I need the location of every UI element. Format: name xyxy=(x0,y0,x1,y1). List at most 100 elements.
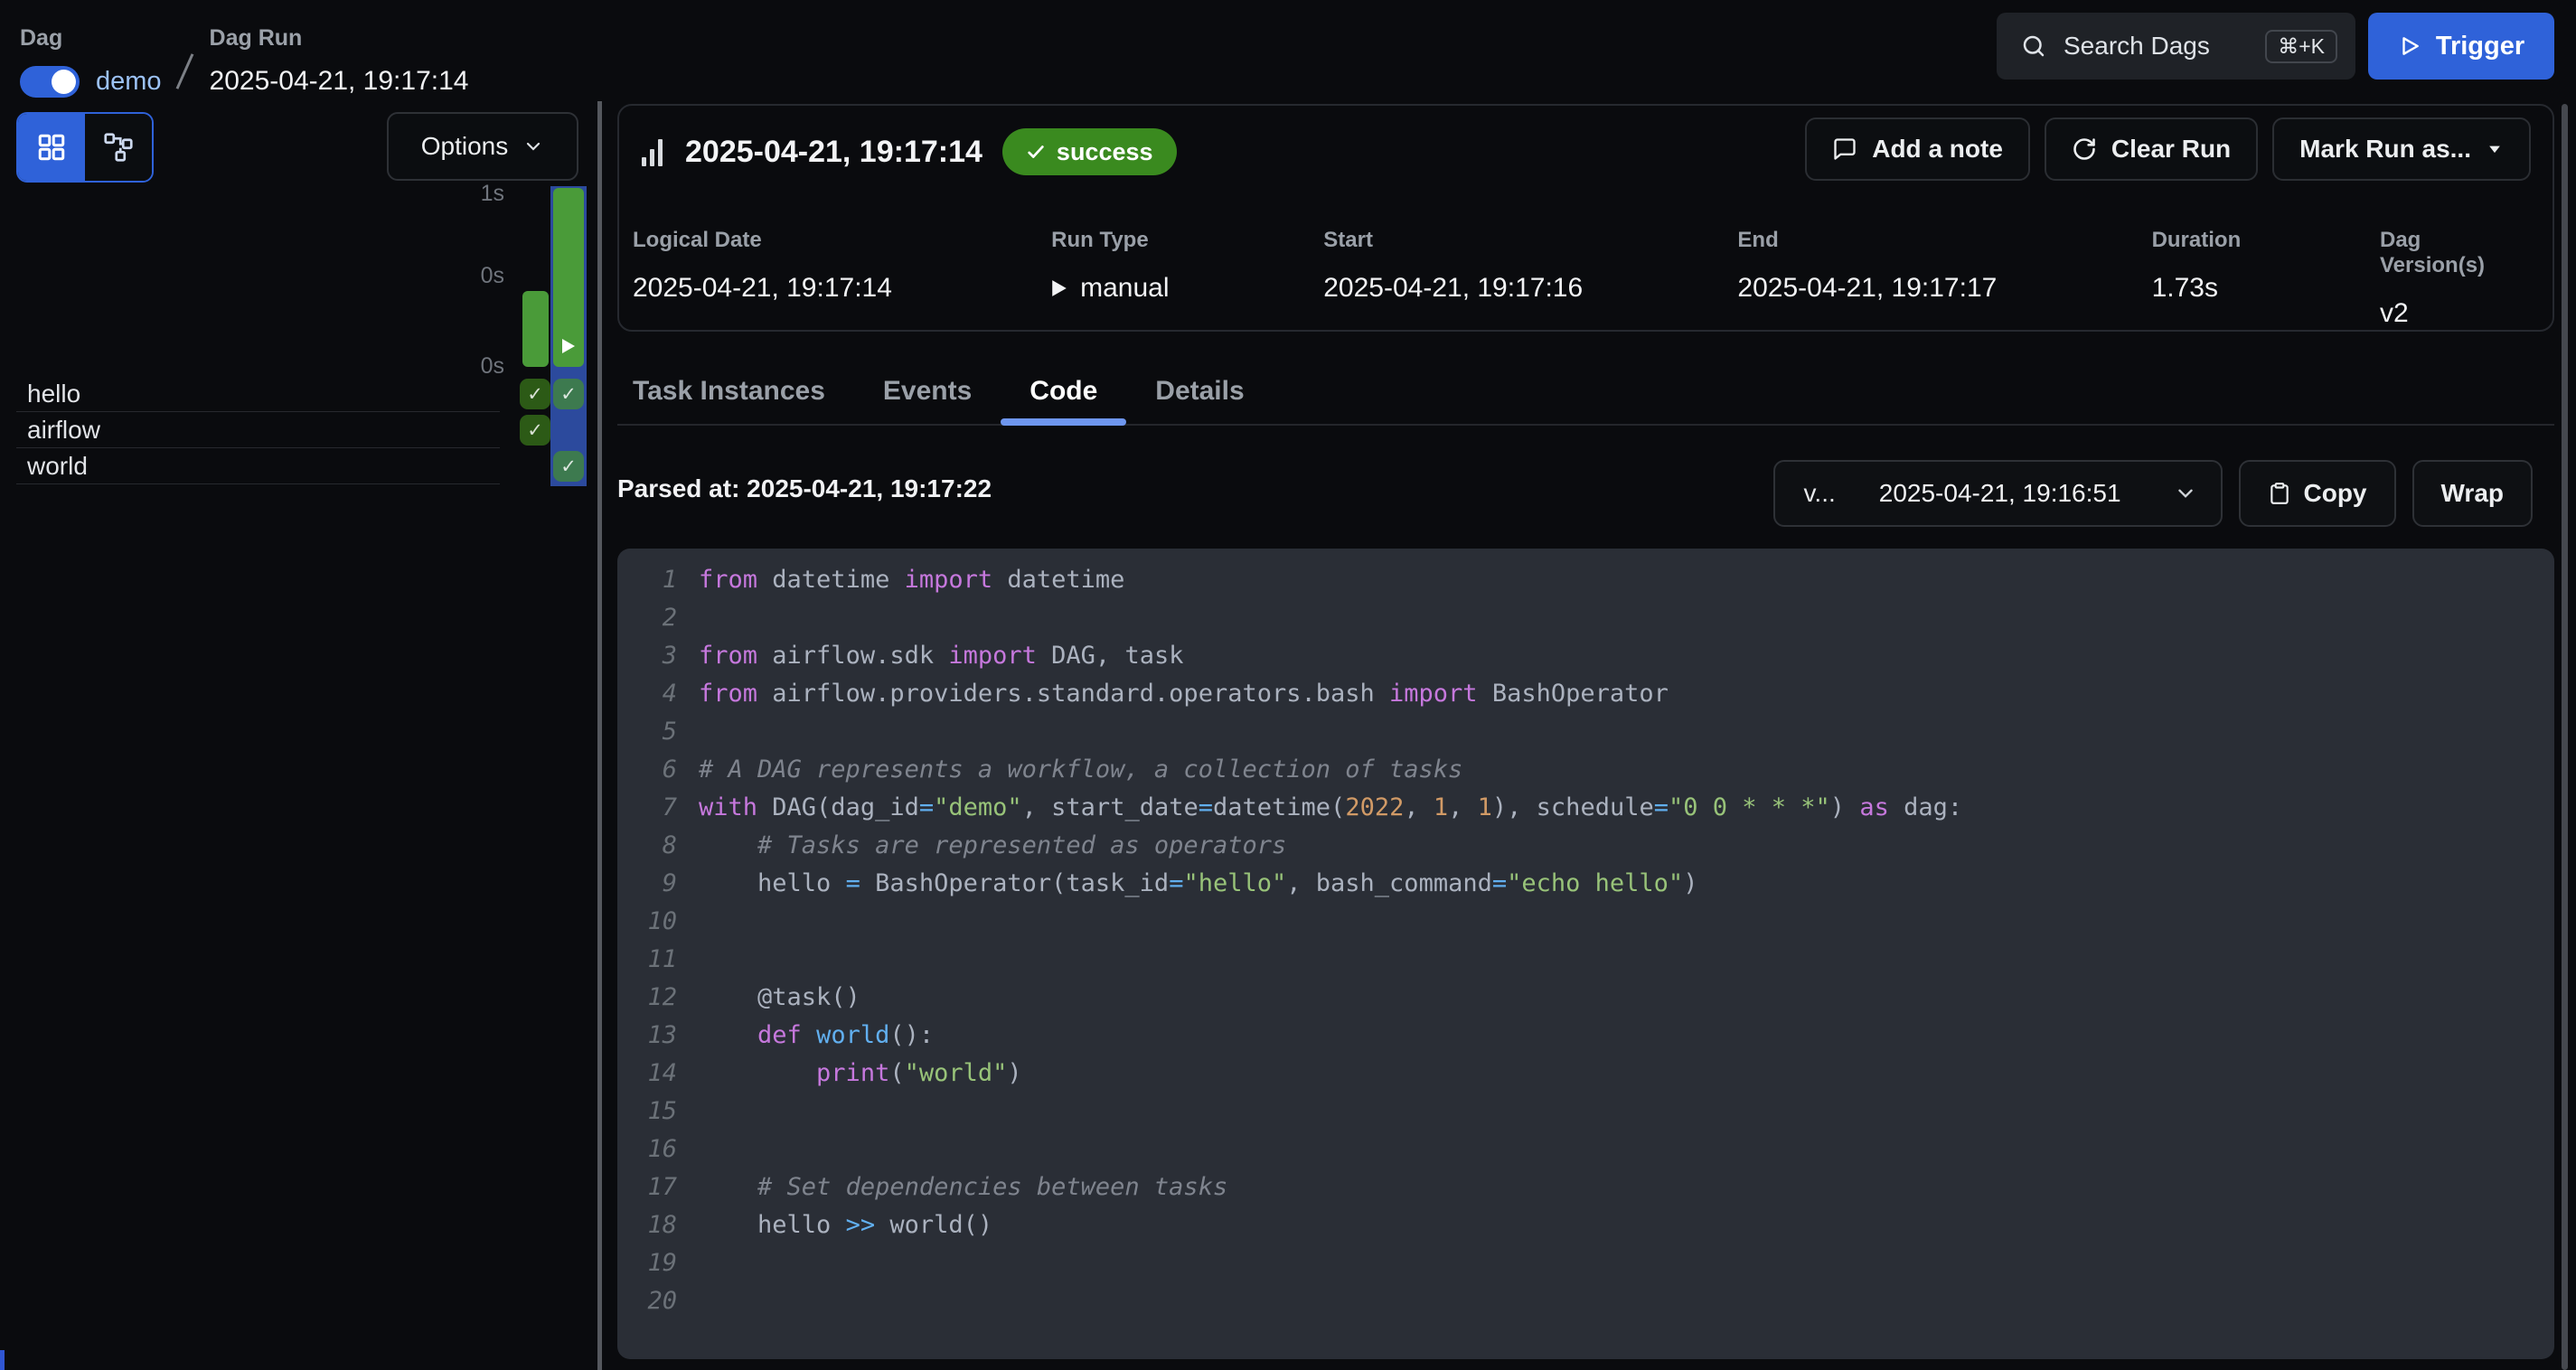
toggle-knob xyxy=(52,70,76,94)
task-row[interactable]: airflow xyxy=(16,412,500,448)
grid-icon xyxy=(35,131,68,164)
chevron-down-icon xyxy=(522,136,544,157)
tab-code[interactable]: Code xyxy=(1001,359,1126,424)
code-line: 18 hello >> world() xyxy=(617,1206,2554,1244)
copy-code-button[interactable]: Copy xyxy=(2239,460,2396,527)
task-name: world xyxy=(27,452,88,480)
tab-events[interactable]: Events xyxy=(854,359,1001,424)
field-run-type: Run Type manual xyxy=(1051,228,1323,329)
code-line: 7with DAG(dag_id="demo", start_date=date… xyxy=(617,789,2554,827)
task-instance-success[interactable]: ✓ xyxy=(553,379,584,409)
mark-run-as-dropdown[interactable]: Mark Run as... xyxy=(2272,117,2531,181)
task-row[interactable]: hello xyxy=(16,376,500,412)
code-line: 12 @task() xyxy=(617,979,2554,1017)
tab-task-instances[interactable]: Task Instances xyxy=(604,359,854,424)
line-number: 19 xyxy=(617,1244,677,1282)
task-row[interactable]: world xyxy=(16,448,500,484)
line-number: 16 xyxy=(617,1131,677,1168)
code-line: 2 xyxy=(617,599,2554,637)
view-switcher xyxy=(16,112,154,183)
code-toolbar: Parsed at: 2025-04-21, 19:17:22 v... 202… xyxy=(617,456,2554,529)
line-number: 7 xyxy=(617,789,677,827)
field-duration: Duration 1.73s xyxy=(2152,228,2380,329)
caret-down-icon xyxy=(2486,140,2504,158)
line-number: 11 xyxy=(617,941,677,979)
line-number: 4 xyxy=(617,675,677,713)
panel-resize-divider[interactable] xyxy=(597,101,602,1370)
field-logical-date: Logical Date 2025-04-21, 19:17:14 xyxy=(633,228,1051,329)
clipboard-icon xyxy=(2268,481,2291,506)
breadcrumb-separator xyxy=(175,53,193,89)
play-icon xyxy=(553,338,584,354)
code-line: 15 xyxy=(617,1093,2554,1131)
run-title: 2025-04-21, 19:17:14 xyxy=(685,135,982,170)
options-label: Options xyxy=(421,132,509,161)
add-note-button[interactable]: Add a note xyxy=(1805,117,2030,181)
dag-pause-toggle[interactable] xyxy=(20,66,80,98)
dagrun-breadcrumb-value: 2025-04-21, 19:17:14 xyxy=(210,66,469,97)
manual-run-play-icon xyxy=(1051,279,1067,297)
field-dag-versions: Dag Version(s) v2 xyxy=(2380,228,2531,329)
code-line: 6# A DAG represents a workflow, a collec… xyxy=(617,751,2554,789)
selected-run-duration-bar[interactable] xyxy=(553,188,584,367)
code-line: 1from datetime import datetime xyxy=(617,561,2554,599)
field-end: End 2025-04-21, 19:17:17 xyxy=(1737,228,2151,329)
dag-breadcrumb-label: Dag xyxy=(20,25,162,52)
main-scrollbar[interactable] xyxy=(2562,104,2568,1370)
line-number: 17 xyxy=(617,1168,677,1206)
code-line: 11 xyxy=(617,941,2554,979)
grid-sidebar: Options 1s 0s 0s ✓✓✓✓ helloairflowworld xyxy=(0,101,599,1370)
task-instance-success[interactable]: ✓ xyxy=(520,415,550,446)
field-start: Start 2025-04-21, 19:17:16 xyxy=(1323,228,1737,329)
status-badge: success xyxy=(1002,128,1177,175)
code-line: 19 xyxy=(617,1244,2554,1282)
line-number: 2 xyxy=(617,599,677,637)
line-number: 3 xyxy=(617,637,677,675)
grid-view-button[interactable] xyxy=(18,114,85,181)
breadcrumb: Dag demo Dag Run 2025-04-21, 19:17:14 xyxy=(20,25,468,98)
previous-run-duration-bar[interactable] xyxy=(522,291,549,367)
dag-code-viewer[interactable]: 1from datetime import datetime23from air… xyxy=(617,549,2554,1359)
run-summary-card: 2025-04-21, 19:17:14 success Add a note xyxy=(617,104,2554,332)
options-dropdown[interactable]: Options xyxy=(387,112,578,181)
line-number: 8 xyxy=(617,827,677,865)
line-number: 12 xyxy=(617,979,677,1017)
parsed-at-text: Parsed at: 2025-04-21, 19:17:22 xyxy=(617,474,992,503)
graph-view-button[interactable] xyxy=(85,114,152,181)
task-instance-success[interactable]: ✓ xyxy=(553,451,584,482)
left-edge-accent xyxy=(0,1350,5,1370)
code-line: 9 hello = BashOperator(task_id="hello", … xyxy=(617,865,2554,903)
dag-version-select[interactable]: v... 2025-04-21, 19:16:51 xyxy=(1773,460,2223,527)
airflow-dag-run-page: Dag demo Dag Run 2025-04-21, 19:17:14 Se… xyxy=(0,0,2576,1370)
clear-run-button[interactable]: Clear Run xyxy=(2045,117,2258,181)
chevron-down-icon xyxy=(2174,482,2197,505)
code-line: 4from airflow.providers.standard.operato… xyxy=(617,675,2554,713)
wrap-toggle-button[interactable]: Wrap xyxy=(2412,460,2534,527)
run-details-panel: 2025-04-21, 19:17:14 success Add a note xyxy=(617,0,2554,1370)
axis-label-0s: 0s xyxy=(450,263,504,289)
bar-chart-icon xyxy=(642,137,665,166)
line-number: 10 xyxy=(617,903,677,941)
tab-details[interactable]: Details xyxy=(1126,359,1273,424)
task-instance-success[interactable]: ✓ xyxy=(520,379,550,409)
run-metadata: Logical Date 2025-04-21, 19:17:14 Run Ty… xyxy=(633,228,2531,329)
line-number: 14 xyxy=(617,1055,677,1093)
code-line: 16 xyxy=(617,1131,2554,1168)
code-line: 3from airflow.sdk import DAG, task xyxy=(617,637,2554,675)
dagrun-breadcrumb-label: Dag Run xyxy=(210,25,469,52)
line-number: 9 xyxy=(617,865,677,903)
line-number: 20 xyxy=(617,1282,677,1320)
dag-name-link[interactable]: demo xyxy=(96,67,162,97)
line-number: 5 xyxy=(617,713,677,751)
code-line: 8 # Tasks are represented as operators xyxy=(617,827,2554,865)
check-icon xyxy=(1026,142,1046,162)
rotate-cw-icon xyxy=(2072,136,2097,162)
detail-tabs: Task Instances Events Code Details xyxy=(617,359,2554,426)
task-name: airflow xyxy=(27,416,100,444)
code-line: 17 # Set dependencies between tasks xyxy=(617,1168,2554,1206)
code-line: 10 xyxy=(617,903,2554,941)
code-line: 20 xyxy=(617,1282,2554,1320)
axis-label-1s: 1s xyxy=(450,181,504,207)
code-line: 14 print("world") xyxy=(617,1055,2554,1093)
task-name: hello xyxy=(27,380,80,408)
